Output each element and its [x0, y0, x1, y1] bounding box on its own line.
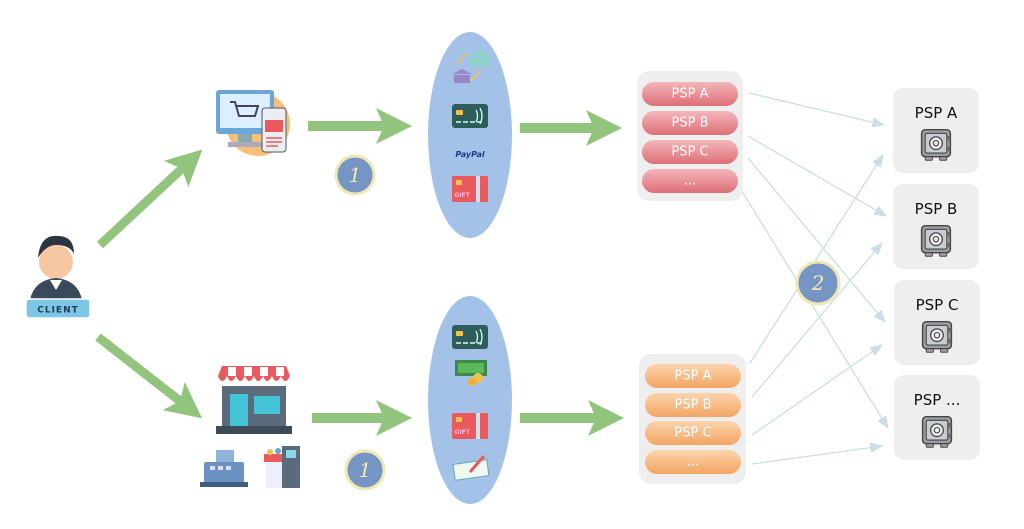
svg-text:GIFT: GIFT: [454, 192, 470, 199]
svg-text:1: 1: [359, 458, 372, 482]
svg-text:PSP B: PSP B: [915, 200, 958, 218]
svg-text:2: 2: [811, 271, 825, 295]
svg-text:PSP C: PSP C: [671, 145, 708, 160]
psp-vault-c: PSP C: [894, 280, 980, 365]
psp-pill: PSP A: [642, 82, 738, 106]
safe-icon: [921, 415, 953, 449]
svg-text:...: ...: [684, 174, 696, 189]
computer-shopping-cart-icon: [216, 90, 290, 156]
svg-text:PSP B: PSP B: [675, 398, 712, 413]
svg-text:PSP C: PSP C: [674, 426, 711, 441]
svg-text:...: ...: [687, 455, 699, 470]
psp-pill: PSP C: [642, 140, 738, 164]
safe-icon: [920, 128, 952, 162]
psp-pill: PSP B: [645, 393, 741, 417]
contactless-card-icon: [452, 104, 488, 128]
safe-icon: [921, 320, 953, 354]
svg-text:PSP A: PSP A: [915, 104, 958, 122]
psp-vault-a: PSP A: [893, 88, 979, 173]
psp-pill: ...: [645, 450, 741, 474]
store-psp-list: PSP A PSP B PSP C ...: [639, 354, 746, 484]
step-badge-1-store: 1: [344, 449, 386, 491]
paypal-logo: PayPal: [455, 150, 484, 159]
arrow-store-to-methods: [312, 400, 412, 436]
svg-text:PSP C: PSP C: [916, 296, 959, 314]
svg-text:PSP A: PSP A: [672, 87, 709, 102]
psp-pill: ...: [642, 169, 738, 193]
arrow-online-methods-to-psp: [520, 110, 622, 146]
arrow-client-to-store: [95, 333, 203, 419]
client-label: CLIENT: [37, 306, 79, 316]
cash-register-icon: [200, 450, 248, 487]
self-checkout-kiosk-icon: [264, 446, 300, 488]
svg-text:1: 1: [349, 163, 362, 187]
contactless-card-icon: [452, 325, 488, 349]
psp-pill: PSP B: [642, 111, 738, 135]
safe-icon: [920, 224, 952, 258]
svg-text:PSP B: PSP B: [672, 116, 709, 131]
step-badge-2: 2: [795, 260, 841, 306]
gift-card-icon: GIFT: [452, 176, 488, 202]
payment-routing-diagram: CLIENT PayPal GIFT GIFT 1 1 2 PSP A PSP …: [25, 32, 980, 504]
step-badge-1-online: 1: [334, 154, 376, 196]
arrow-client-to-online: [96, 149, 203, 249]
client-label-badge: CLIENT: [25, 298, 91, 319]
arrow-online-to-methods: [308, 108, 412, 144]
client-avatar: [30, 235, 82, 300]
storefront-icon: [216, 366, 292, 434]
psp-vault-b: PSP B: [893, 184, 979, 269]
svg-text:GIFT: GIFT: [454, 429, 470, 436]
store-payment-methods: GIFT: [428, 296, 512, 504]
svg-text:PSP A: PSP A: [675, 369, 712, 384]
svg-text:PSP ...: PSP ...: [914, 391, 961, 409]
gift-card-icon: GIFT: [452, 413, 488, 439]
online-payment-methods: PayPal GIFT: [428, 32, 512, 238]
psp-pill: PSP A: [645, 364, 741, 388]
online-psp-list: PSP A PSP B PSP C ...: [637, 71, 743, 201]
arrow-store-methods-to-psp: [520, 400, 624, 436]
psp-pill: PSP C: [645, 421, 741, 445]
psp-vault-other: PSP ...: [894, 375, 980, 460]
